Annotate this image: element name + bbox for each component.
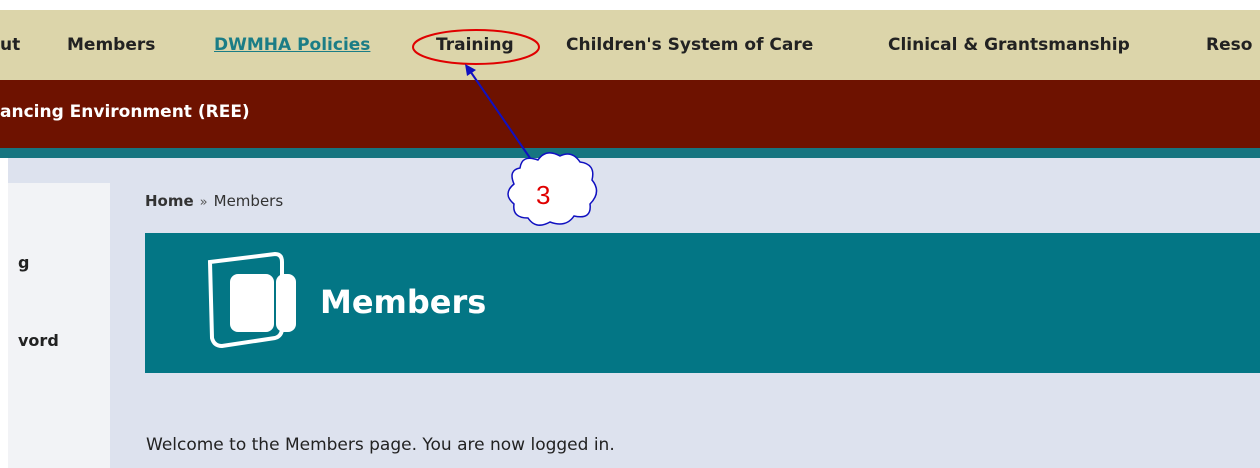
nav-item-dwmha-policies[interactable]: DWMHA Policies (214, 35, 370, 55)
members-logo-icon (207, 251, 296, 349)
nav-item-training[interactable]: Training (436, 35, 514, 55)
nav-item-resources[interactable]: Reso (1206, 35, 1252, 55)
page-title: Members (320, 283, 487, 321)
breadcrumb-separator: » (199, 195, 208, 210)
nav-item-members[interactable]: Members (67, 35, 155, 55)
sidebar-item-2[interactable]: vord (18, 331, 59, 351)
page-header (145, 233, 1260, 373)
breadcrumb: Home » Members (145, 191, 283, 213)
left-margin (0, 158, 8, 468)
nav-item-about[interactable]: ut (0, 35, 20, 55)
nav-item-clinical-grantsmanship[interactable]: Clinical & Grantsmanship (888, 35, 1130, 55)
breadcrumb-current: Members (213, 192, 284, 210)
top-strip (0, 0, 1260, 10)
site-banner: ancing Environment (REE) (0, 80, 1260, 148)
banner-text: ancing Environment (REE) (0, 102, 250, 122)
nav-item-childrens-system-of-care[interactable]: Children's System of Care (566, 35, 813, 55)
teal-divider (0, 148, 1260, 158)
breadcrumb-home-link[interactable]: Home (145, 192, 194, 210)
welcome-message: Welcome to the Members page. You are now… (146, 435, 615, 455)
main-navigation: ut Members DWMHA Policies Training Child… (0, 10, 1260, 80)
annotation-number: 3 (536, 180, 551, 210)
sidebar-item-1[interactable]: g (18, 253, 29, 273)
sidebar: g vord (8, 183, 110, 468)
